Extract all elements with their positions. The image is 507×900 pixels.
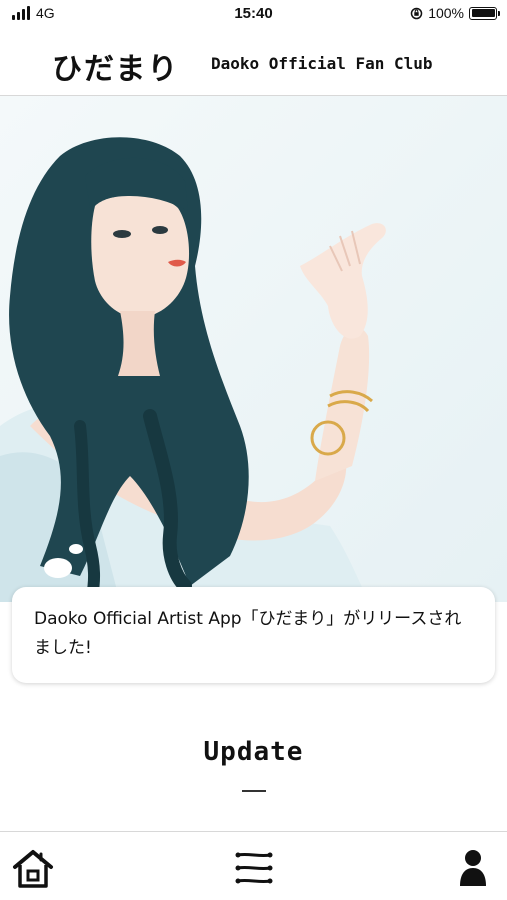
status-bar: 4G 15:40 100%: [0, 0, 507, 30]
app-logo[interactable]: ひだまり: [52, 44, 179, 88]
battery-status: 100%: [410, 5, 500, 21]
tab-menu[interactable]: [231, 846, 277, 890]
battery-percent: 100%: [428, 5, 464, 21]
news-text: Daoko Official Artist App「ひだまり」がリリースされまし…: [34, 609, 462, 658]
tab-home[interactable]: [10, 846, 56, 890]
battery-level: [471, 9, 495, 17]
battery-icon: [469, 6, 500, 20]
home-icon: [13, 850, 53, 888]
person-icon: [460, 850, 486, 886]
tab-bar: [0, 831, 507, 900]
tab-profile[interactable]: [450, 846, 496, 890]
hero-banner-image[interactable]: [0, 96, 507, 602]
app-header: ひだまり Daoko Official Fan Club: [0, 30, 507, 96]
news-card[interactable]: Daoko Official Artist App「ひだまり」がリリースされまし…: [12, 587, 495, 683]
orientation-lock-icon: [410, 7, 423, 19]
update-section-title: Update: [203, 737, 304, 767]
menu-icon: [235, 852, 273, 884]
section-divider: [242, 790, 266, 792]
header-subtitle: Daoko Official Fan Club: [211, 54, 433, 73]
